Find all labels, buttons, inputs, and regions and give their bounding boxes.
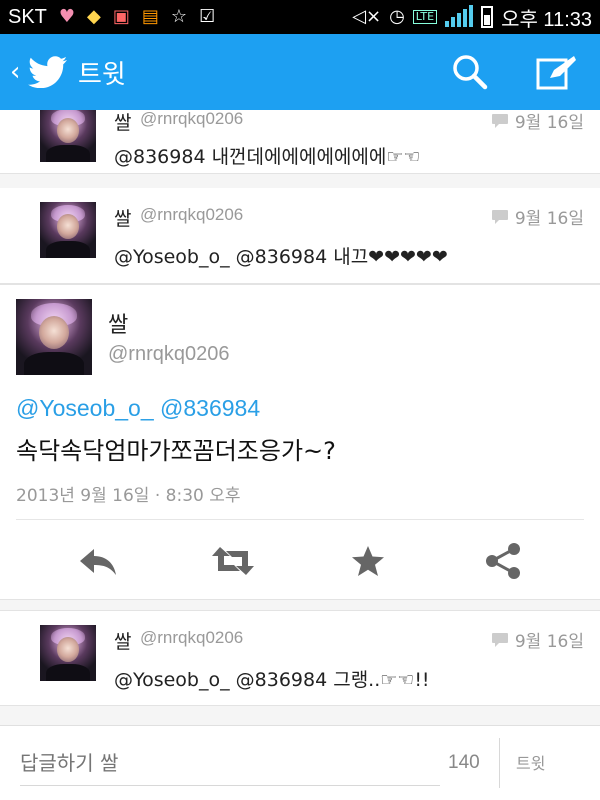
- reply-item[interactable]: 쌀 @rnrqkq0206 9월 16일 @836984 내껀데에에에에에에에☞…: [0, 110, 600, 174]
- heart-icon: ♥: [58, 6, 76, 27]
- avatar[interactable]: [40, 202, 96, 258]
- reply-date: 9월 16일: [514, 113, 584, 133]
- speech-bubble-icon: [491, 632, 508, 647]
- search-icon[interactable]: [452, 54, 488, 90]
- compose-icon[interactable]: [536, 54, 578, 90]
- reply-icon: [79, 549, 116, 575]
- divider: [499, 738, 500, 788]
- flag-icon: ▤: [141, 6, 159, 27]
- reply-meta: 9월 16일: [491, 204, 584, 229]
- avatar[interactable]: [16, 299, 92, 375]
- tweet-text: 속닥속닥엄마가쪼꼼더조응가~?: [16, 437, 336, 465]
- speech-bubble-icon: [491, 209, 508, 224]
- reply-date: 9월 16일: [514, 209, 584, 229]
- speech-bubble-icon: [491, 113, 508, 128]
- user-handle: @rnrqkq0206: [140, 628, 244, 647]
- reply-input[interactable]: [20, 740, 440, 786]
- retweet-icon: [211, 547, 254, 575]
- main-tweet: 쌀 @rnrqkq0206 @Yoseob_o_ @836984 속닥속닥엄마가…: [0, 284, 600, 600]
- reply-item[interactable]: 쌀 @rnrqkq0206 9월 16일 @Yoseob_o_ @836984 …: [0, 188, 600, 284]
- tweet-button[interactable]: 트윗: [516, 750, 545, 774]
- status-bar: SKT ♥ ◆ ▣ ▤ ☆ ☑ ◁× ◷ LTE 오후 11:33: [0, 0, 600, 34]
- avatar[interactable]: [40, 110, 96, 162]
- reply-button[interactable]: [74, 537, 122, 585]
- avatar[interactable]: [40, 625, 96, 681]
- user-name: 쌀: [114, 112, 132, 134]
- star-icon: [351, 546, 384, 576]
- reply-meta: 9월 16일: [491, 110, 584, 133]
- reply-composer: 140 트윗: [0, 725, 600, 800]
- mute-icon: ◁×: [352, 6, 382, 27]
- reply-meta: 9월 16일: [491, 627, 584, 652]
- tweet-mentions[interactable]: @Yoseob_o_ @836984: [16, 395, 260, 422]
- user-handle: @rnrqkq0206: [140, 205, 244, 224]
- twitter-bird-icon[interactable]: [28, 56, 68, 88]
- battery-icon: [481, 6, 494, 28]
- diamond-icon: ◆: [87, 6, 101, 27]
- share-button[interactable]: [479, 537, 527, 585]
- character-count: 140: [448, 752, 480, 773]
- app-bar: ‹ 트윗: [0, 34, 600, 110]
- share-icon: [485, 543, 520, 579]
- star-icon: ☆: [170, 6, 188, 27]
- user-name: 쌀: [108, 313, 129, 338]
- calendar-icon: ▣: [112, 6, 130, 27]
- lte-icon: LTE: [412, 9, 438, 25]
- back-chevron-icon[interactable]: ‹: [10, 57, 24, 87]
- clipboard-check-icon: ☑: [199, 6, 216, 27]
- reply-text: @Yoseob_o_ @836984 내끄❤❤❤❤❤: [114, 246, 448, 268]
- page-title: 트윗: [78, 59, 126, 90]
- conversation-list[interactable]: 쌀 @rnrqkq0206 9월 16일 @836984 내껀데에에에에에에에☞…: [0, 110, 600, 725]
- user-handle[interactable]: @rnrqkq0206: [108, 343, 229, 366]
- reply-text: @836984 내껀데에에에에에에에☞☜: [114, 146, 421, 168]
- reply-text: @Yoseob_o_ @836984 그랭..☞☜!!: [114, 669, 430, 691]
- alarm-icon: ◷: [389, 6, 405, 27]
- app-bar-actions: [452, 54, 590, 90]
- reply-date: 9월 16일: [514, 632, 584, 652]
- user-name: 쌀: [114, 631, 132, 653]
- reply-item[interactable]: 쌀 @rnrqkq0206 9월 16일 @Yoseob_o_ @836984 …: [0, 610, 600, 706]
- status-bar-left: SKT ♥ ◆ ▣ ▤ ☆ ☑: [8, 6, 215, 29]
- retweet-button[interactable]: [209, 537, 257, 585]
- favorite-button[interactable]: [344, 537, 392, 585]
- user-handle: @rnrqkq0206: [140, 110, 244, 128]
- clock-time: 오후 11:33: [501, 8, 592, 31]
- tweet-actions: [0, 521, 600, 601]
- status-bar-right: ◁× ◷ LTE 오후 11:33: [352, 3, 592, 32]
- divider: [16, 519, 584, 520]
- user-name: 쌀: [114, 208, 132, 230]
- signal-icon: [445, 5, 474, 27]
- tweet-timestamp: 2013년 9월 16일 · 8:30 오후: [16, 486, 241, 506]
- carrier-label: SKT: [8, 5, 47, 28]
